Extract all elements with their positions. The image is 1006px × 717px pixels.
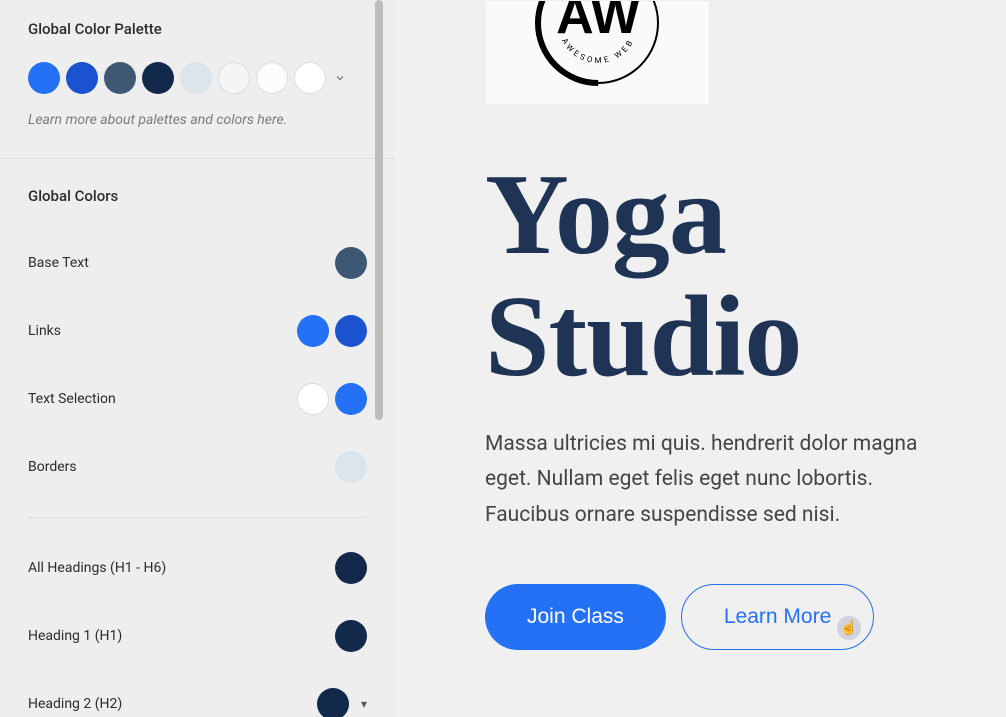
site-logo: AW AWESOME WEB	[485, 0, 710, 105]
borders-swatch[interactable]	[335, 451, 367, 483]
base-text-swatch[interactable]	[335, 247, 367, 279]
global-colors-section: Global Colors Base Text Links Text Selec…	[0, 159, 395, 717]
palette-title: Global Color Palette	[28, 20, 367, 38]
color-row-text-selection: Text Selection	[28, 365, 367, 433]
palette-swatch-row	[28, 62, 367, 94]
chevron-down-icon[interactable]	[334, 69, 346, 88]
color-row-borders: Borders	[28, 433, 367, 501]
text-selection-swatch-1[interactable]	[297, 383, 329, 415]
color-row-base-text: Base Text	[28, 229, 367, 297]
heading-1-swatch[interactable]	[335, 620, 367, 652]
heading-2-swatch[interactable]	[317, 688, 349, 717]
links-swatch-2[interactable]	[335, 315, 367, 347]
divider	[28, 517, 367, 518]
color-label: Borders	[28, 459, 77, 475]
scrollbar[interactable]	[375, 0, 383, 420]
color-label: All Headings (H1 - H6)	[28, 560, 166, 576]
preview-pane: AW AWESOME WEB Yoga Studio Massa ultrici…	[395, 0, 1006, 717]
palette-swatch-2[interactable]	[66, 62, 98, 94]
color-row-all-headings: All Headings (H1 - H6)	[28, 534, 367, 602]
color-label: Base Text	[28, 255, 89, 271]
learn-more-button[interactable]: Learn More	[681, 584, 874, 650]
settings-sidebar: Global Color Palette Learn more about pa…	[0, 0, 395, 717]
palette-swatch-7[interactable]	[256, 62, 288, 94]
color-label: Links	[28, 323, 61, 339]
global-color-palette-section: Global Color Palette Learn more about pa…	[0, 0, 395, 158]
hero-description: Massa ultricies mi quis. hendrerit dolor…	[485, 427, 926, 534]
links-swatch-1[interactable]	[297, 315, 329, 347]
join-class-button[interactable]: Join Class	[485, 584, 666, 650]
caret-down-icon[interactable]: ▾	[361, 697, 367, 711]
palette-swatch-3[interactable]	[104, 62, 136, 94]
color-row-heading-2: Heading 2 (H2) ▾	[28, 670, 367, 717]
color-label: Heading 2 (H2)	[28, 696, 122, 712]
global-colors-title: Global Colors	[28, 187, 367, 205]
palette-swatch-5[interactable]	[180, 62, 212, 94]
color-label: Heading 1 (H1)	[28, 628, 122, 644]
palette-swatch-1[interactable]	[28, 62, 60, 94]
button-row: Join Class Learn More	[485, 584, 966, 650]
palette-swatch-4[interactable]	[142, 62, 174, 94]
hero-title: Yoga Studio	[485, 155, 966, 399]
all-headings-swatch[interactable]	[335, 552, 367, 584]
color-row-heading-1: Heading 1 (H1)	[28, 602, 367, 670]
text-selection-swatch-2[interactable]	[335, 383, 367, 415]
color-label: Text Selection	[28, 391, 116, 407]
palette-hint[interactable]: Learn more about palettes and colors her…	[28, 112, 367, 128]
palette-swatch-6[interactable]	[218, 62, 250, 94]
color-row-links: Links	[28, 297, 367, 365]
palette-swatch-8[interactable]	[294, 62, 326, 94]
